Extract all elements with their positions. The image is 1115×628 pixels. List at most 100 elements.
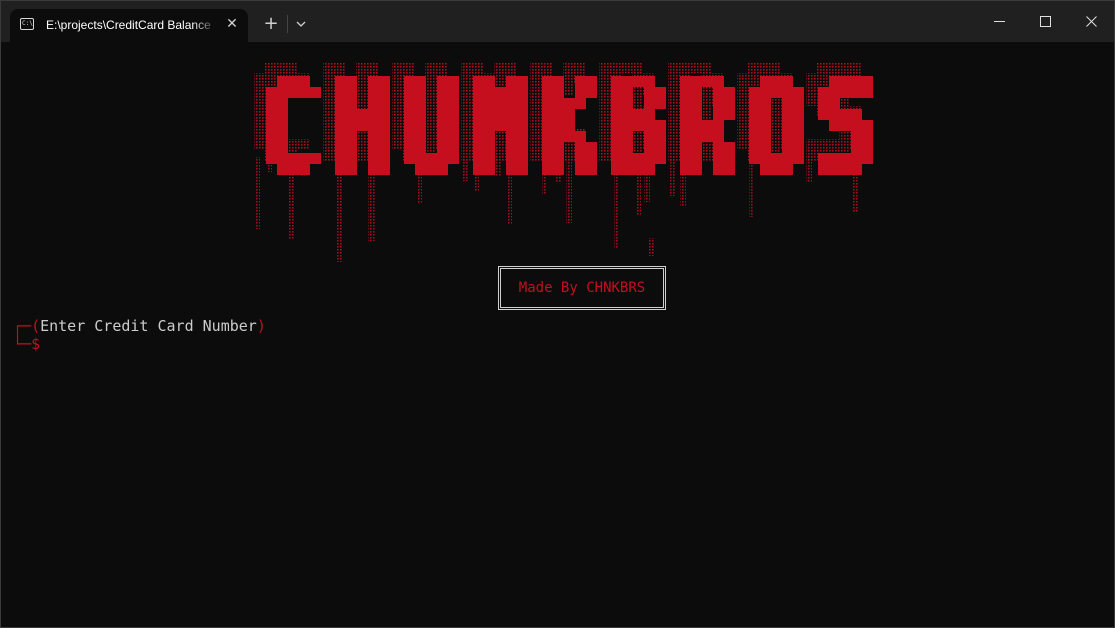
banner-shade-pixel <box>737 128 748 139</box>
banner-letter-pixel <box>680 164 691 175</box>
banner-shade-pixel <box>254 139 265 150</box>
banner-letter-pixel <box>840 87 851 98</box>
banner-shade-pixel <box>461 62 472 73</box>
banner-shade-pixel <box>356 62 367 73</box>
banner-letter-pixel <box>575 98 586 109</box>
banner-shade-pixel <box>632 95 643 106</box>
tab-active[interactable]: C:\ E:\projects\CreditCard Balance ✕ <box>10 9 248 42</box>
banner-shade-pixel <box>690 62 701 73</box>
chevron-down-icon[interactable] <box>292 13 310 35</box>
banner-letter-pixel <box>484 98 495 109</box>
made-by-text: Made By CHNKBRS <box>518 280 646 296</box>
banner-letter-pixel <box>862 76 873 87</box>
banner-letter-pixel <box>517 131 528 142</box>
banner-letter-pixel <box>564 98 575 109</box>
banner-shade-pixel <box>599 62 610 73</box>
banner-shade-pixel <box>679 62 690 73</box>
terminal-icon: C:\ <box>20 18 34 30</box>
banner-letter-pixel <box>368 98 379 109</box>
banner-letter-pixel <box>680 131 691 142</box>
banner-letter-pixel <box>760 120 771 131</box>
banner-letter-pixel <box>448 131 459 142</box>
banner-shade-pixel <box>530 95 541 106</box>
banner-letter-pixel <box>484 131 495 142</box>
banner-shade-pixel <box>530 73 541 84</box>
banner-letter-pixel <box>415 164 426 175</box>
terminal-output[interactable]: Made By CHNKBRS ┌─(Enter Credit Card Num… <box>1 42 1114 627</box>
banner-shade-pixel <box>425 139 436 150</box>
banner-letter-pixel <box>611 142 622 153</box>
prompt-input-line[interactable]: └─$ <box>13 334 40 354</box>
maximize-icon[interactable] <box>1022 1 1068 42</box>
banner-shade-pixel <box>599 84 610 95</box>
tab-title: E:\projects\CreditCard Balance <box>46 18 211 32</box>
banner-shade-pixel <box>530 117 541 128</box>
banner-letter-pixel <box>346 120 357 131</box>
banner-letter-pixel <box>379 87 390 98</box>
banner-letter-pixel <box>611 131 622 142</box>
banner-letter-pixel <box>415 142 426 153</box>
banner-letter-pixel <box>448 98 459 109</box>
banner-letter-pixel <box>517 164 528 175</box>
banner-drip <box>566 157 572 223</box>
banner-letter-pixel <box>713 142 724 153</box>
banner-shade-pixel <box>356 84 367 95</box>
banner-shade-pixel <box>276 62 287 73</box>
banner-letter-pixel <box>335 153 346 164</box>
banner-letter-pixel <box>437 131 448 142</box>
banner-letter-pixel <box>611 87 622 98</box>
banner-shade-pixel <box>254 106 265 117</box>
banner-letter-pixel <box>749 120 760 131</box>
banner-letter-pixel <box>644 109 655 120</box>
banner-shade-pixel <box>392 128 403 139</box>
banner-letter-pixel <box>760 98 771 109</box>
banner-letter-pixel <box>680 98 691 109</box>
banner-shade-pixel <box>356 95 367 106</box>
new-tab-button[interactable]: + <box>260 13 282 35</box>
close-icon[interactable] <box>1068 1 1114 42</box>
banner-letter-pixel <box>335 98 346 109</box>
banner-shade-pixel <box>530 150 541 161</box>
prompt-label: Enter Credit Card Number <box>40 317 257 335</box>
banner-letter-pixel <box>542 120 553 131</box>
banner-shade-pixel <box>541 62 552 73</box>
banner-letter-pixel <box>288 87 299 98</box>
banner-shade-pixel <box>599 95 610 106</box>
banner-shade-pixel <box>737 73 748 84</box>
banner-shade-pixel <box>737 95 748 106</box>
tab-close-icon[interactable]: ✕ <box>223 15 241 33</box>
banner-letter-pixel <box>771 76 782 87</box>
banner-shade-pixel <box>323 73 334 84</box>
banner-letter-pixel <box>277 153 288 164</box>
banner-letter-pixel <box>379 76 390 87</box>
banner-shade-pixel <box>425 62 436 73</box>
banner-letter-pixel <box>542 131 553 142</box>
banner-letter-pixel <box>724 142 735 153</box>
banner-letter-pixel <box>760 142 771 153</box>
banner-letter-pixel <box>691 153 702 164</box>
banner-letter-pixel <box>633 120 644 131</box>
banner-shade-pixel <box>770 106 781 117</box>
banner-letter-pixel <box>473 109 484 120</box>
banner-shade-pixel <box>748 73 759 84</box>
banner-letter-pixel <box>404 142 415 153</box>
banner-shade-pixel <box>770 117 781 128</box>
minimize-icon[interactable] <box>976 1 1022 42</box>
banner-shade-pixel <box>599 150 610 161</box>
banner-shade-pixel <box>737 84 748 95</box>
banner-letter-pixel <box>277 164 288 175</box>
banner-shade-pixel <box>494 62 505 73</box>
banner-shade-pixel <box>530 84 541 95</box>
banner-letter-pixel <box>506 98 517 109</box>
banner-shade-pixel <box>668 106 679 117</box>
banner-letter-pixel <box>575 131 586 142</box>
banner-shade-pixel <box>530 128 541 139</box>
banner-letter-pixel <box>713 164 724 175</box>
banner-letter-pixel <box>644 98 655 109</box>
banner-letter-pixel <box>611 98 622 109</box>
banner-shade-pixel <box>323 84 334 95</box>
banner-letter-pixel <box>818 87 829 98</box>
banner-letter-pixel <box>473 76 484 87</box>
banner-letter-pixel <box>266 142 277 153</box>
banner-shade-pixel <box>287 139 298 150</box>
